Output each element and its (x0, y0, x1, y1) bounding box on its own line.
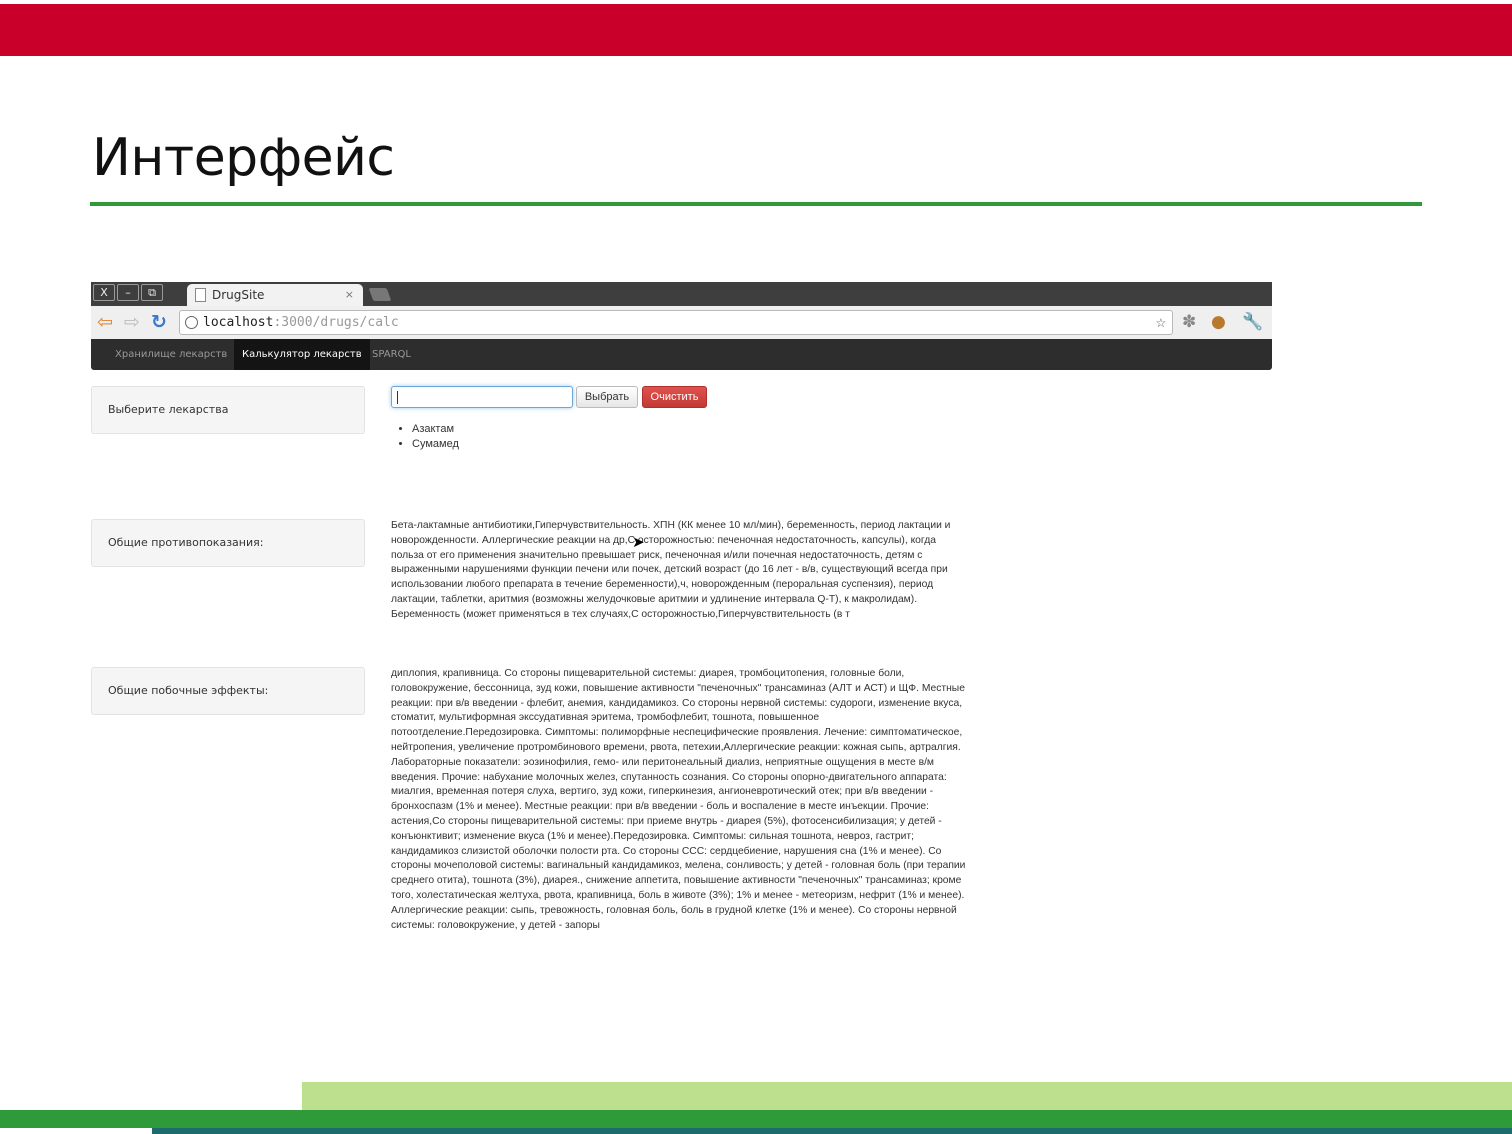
text-caret (397, 391, 398, 404)
tab-close-icon[interactable]: × (345, 288, 354, 301)
slide-title: Интерфейс (92, 128, 395, 188)
choose-button[interactable]: Выбрать (576, 386, 638, 408)
browser-toolbar: ⇦ ⇨ ↻ localhost:3000/drugs/calc ☆ ✽ ● 🔧 (91, 306, 1272, 340)
close-window-button[interactable]: X (93, 284, 115, 301)
footer-light-band (302, 1082, 1512, 1112)
side-effects-text: диплопия, крапивница. Со стороны пищевар… (391, 668, 966, 931)
globe-icon (185, 316, 198, 329)
list-item: Сумамед (412, 437, 459, 452)
side-effects-label: Общие побочные эффекты: (91, 667, 365, 715)
mouse-cursor-icon: ➤ (632, 533, 645, 551)
browser-tab[interactable]: DrugSite × (187, 284, 363, 306)
list-item: Азактам (412, 422, 459, 437)
window-controls: X – ⧉ (93, 284, 163, 301)
url-host: localhost (203, 315, 274, 330)
contraindications-text: Бета-лактамные антибиотики,Гиперчувствит… (391, 520, 951, 620)
paw-icon[interactable]: ✽ (1182, 311, 1196, 333)
nav-drug-storage[interactable]: Хранилище лекарств (115, 339, 227, 370)
select-drugs-label: Выберите лекарства (91, 386, 365, 434)
address-bar[interactable]: localhost:3000/drugs/calc ☆ (179, 310, 1173, 335)
contraindications-label: Общие противопоказания: (91, 519, 365, 567)
star-icon[interactable]: ☆ (1156, 311, 1166, 334)
url-path: :3000/drugs/calc (273, 315, 399, 330)
top-red-bar (0, 4, 1512, 56)
nav-drug-calculator[interactable]: Калькулятор лекарств (234, 339, 370, 370)
selected-drugs-list: Азактам Сумамед (396, 422, 459, 452)
back-icon[interactable]: ⇦ (97, 311, 113, 333)
cookie-icon[interactable]: ● (1211, 311, 1226, 333)
tab-strip: X – ⧉ DrugSite × (91, 282, 1272, 306)
minimize-window-button[interactable]: – (117, 284, 139, 301)
footer-green-band (0, 1110, 1512, 1128)
url-text: localhost:3000/drugs/calc (203, 311, 399, 334)
nav-sparql[interactable]: SPARQL (372, 339, 411, 370)
tab-title: DrugSite (212, 288, 265, 302)
app-navbar: Хранилище лекарств Калькулятор лекарств … (91, 339, 1272, 370)
title-underline (90, 202, 1422, 206)
browser-screenshot: X – ⧉ DrugSite × ⇦ ⇨ ↻ localhost:3000/dr… (91, 282, 1272, 972)
new-tab-button[interactable] (368, 288, 392, 301)
clear-button[interactable]: Очистить (642, 386, 707, 408)
drug-search-input[interactable] (391, 386, 573, 408)
page-icon (195, 288, 206, 302)
forward-icon[interactable]: ⇨ (124, 311, 140, 333)
reload-icon[interactable]: ↻ (151, 311, 167, 333)
wrench-icon[interactable]: 🔧 (1242, 311, 1263, 333)
maximize-window-button[interactable]: ⧉ (141, 284, 163, 301)
footer-teal-band (152, 1128, 1512, 1134)
